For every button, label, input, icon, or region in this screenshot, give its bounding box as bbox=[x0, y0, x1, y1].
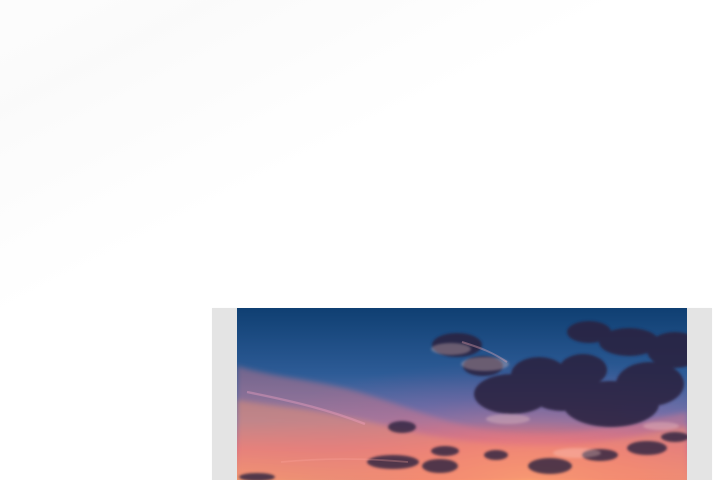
canvas bbox=[0, 0, 720, 480]
image-card bbox=[212, 308, 712, 480]
sunset-photo bbox=[237, 308, 687, 480]
sunset-sky-svg bbox=[237, 308, 687, 480]
